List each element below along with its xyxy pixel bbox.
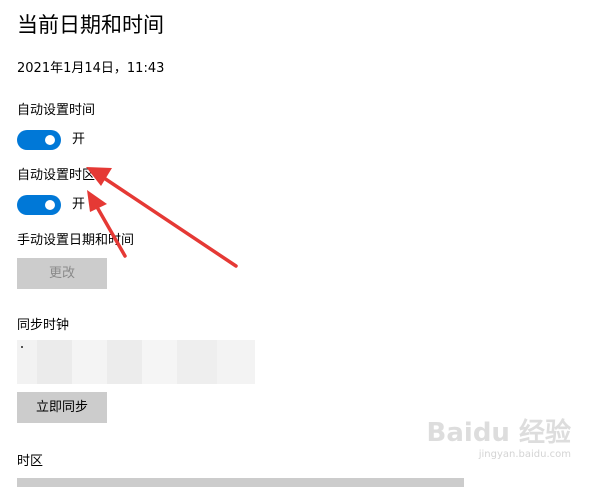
- manual-datetime-label: 手动设置日期和时间: [17, 233, 135, 248]
- watermark-url: jingyan.baidu.com: [478, 449, 571, 460]
- auto-timezone-label: 自动设置时区: [17, 168, 96, 183]
- current-datetime: 2021年1月14日，11:43: [17, 61, 165, 76]
- redacted-dot: [21, 346, 23, 348]
- arrow-to-auto-timezone: [86, 167, 238, 268]
- watermark-logo: Baidu 经验: [426, 418, 571, 448]
- toggle-knob: [45, 200, 55, 210]
- baidu-watermark: Baidu 经验 jingyan.baidu.com: [427, 420, 571, 460]
- auto-timezone-toggle[interactable]: [17, 195, 61, 215]
- toggle-knob: [45, 135, 55, 145]
- sync-now-button[interactable]: 立即同步: [17, 392, 107, 423]
- auto-time-toggle[interactable]: [17, 130, 61, 150]
- page-title: 当前日期和时间: [17, 13, 164, 37]
- auto-timezone-state: 开: [72, 197, 86, 212]
- auto-time-label: 自动设置时间: [17, 103, 96, 118]
- auto-time-state: 开: [72, 132, 86, 147]
- change-button[interactable]: 更改: [17, 258, 107, 289]
- timezone-label: 时区: [17, 454, 44, 469]
- sync-clock-label: 同步时钟: [17, 318, 70, 333]
- timezone-dropdown[interactable]: [17, 478, 464, 487]
- sync-status-redacted: [17, 340, 255, 384]
